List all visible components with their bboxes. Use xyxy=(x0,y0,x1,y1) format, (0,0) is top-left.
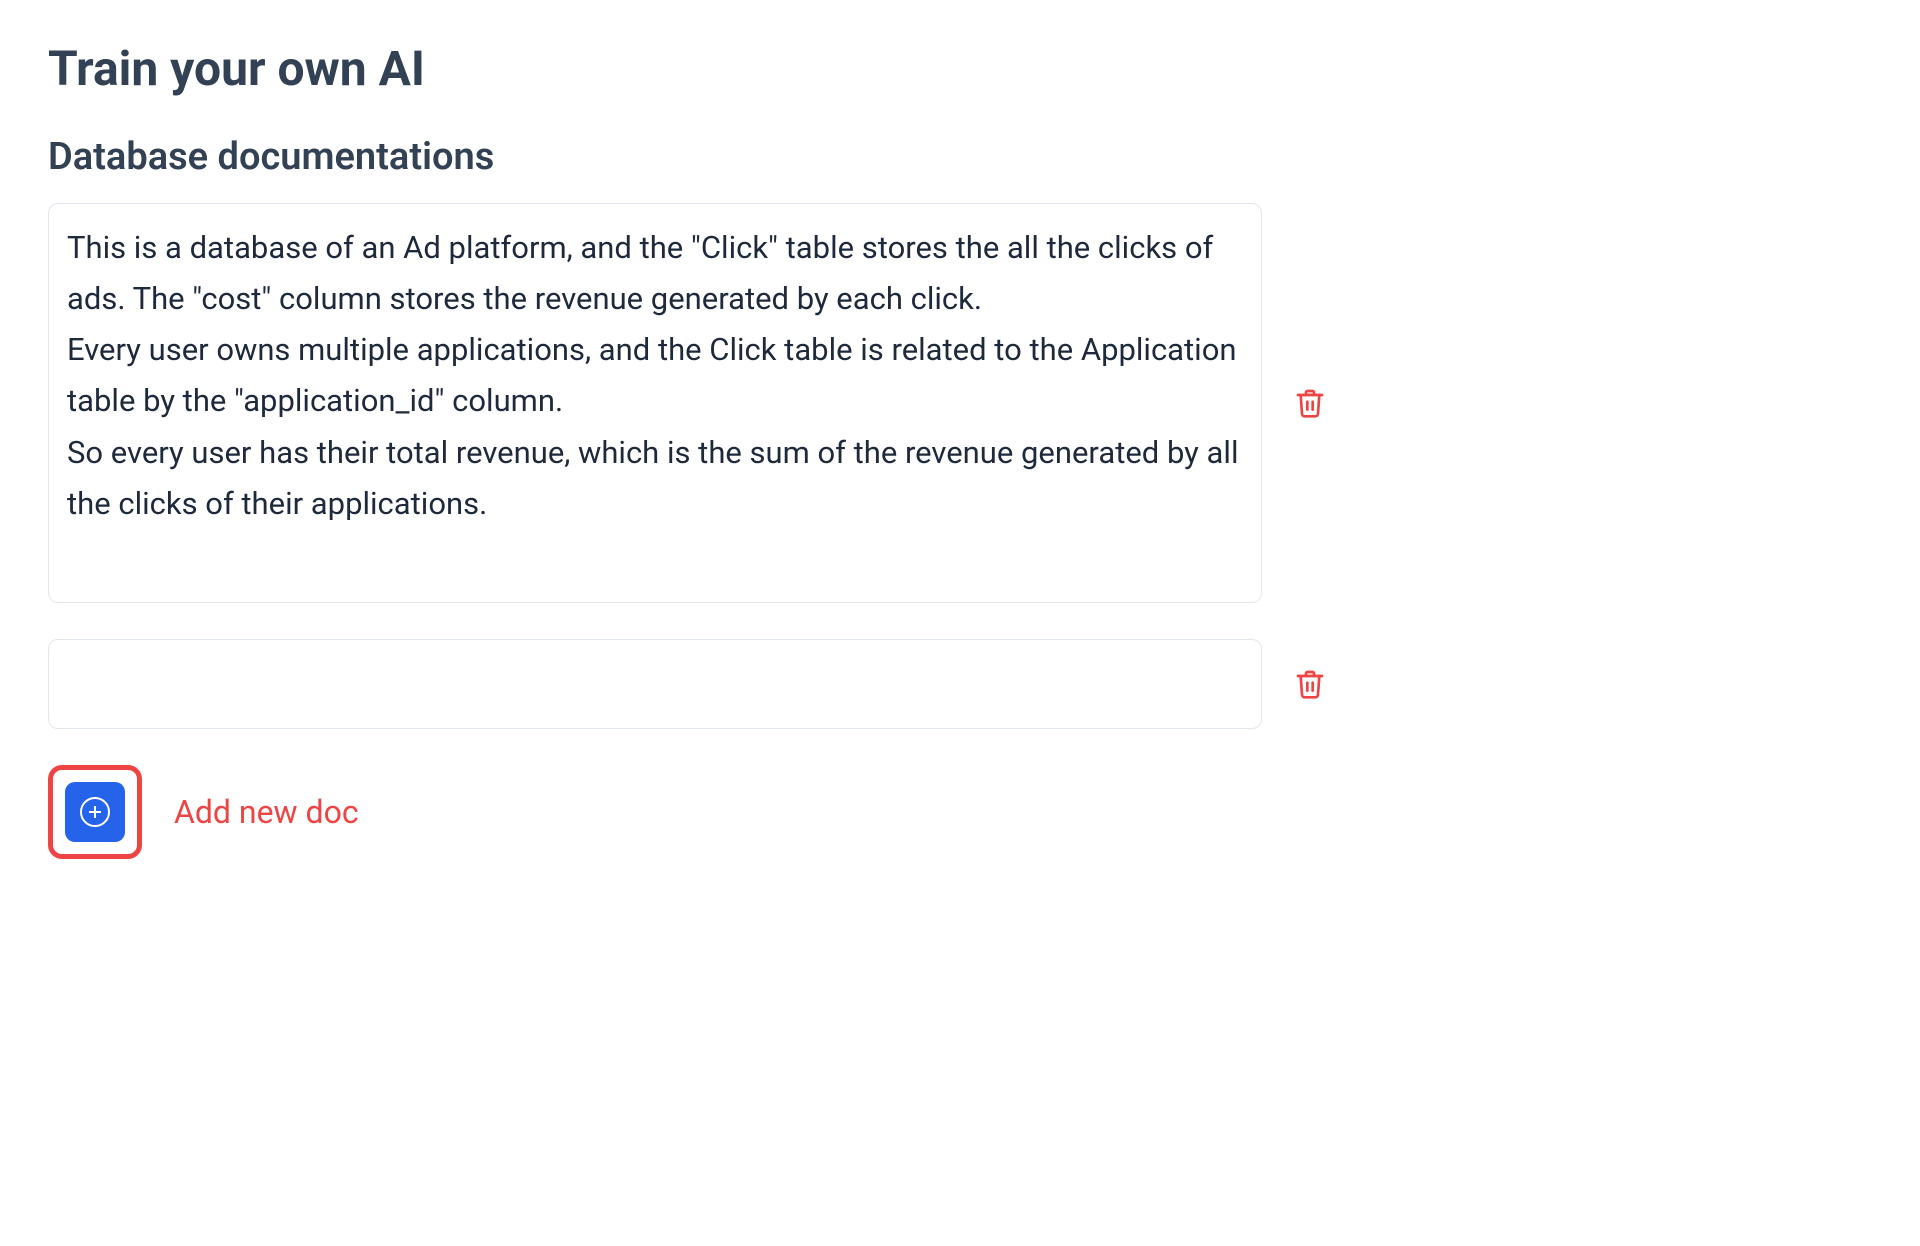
add-row: Add new doc xyxy=(48,765,1872,859)
doc-card xyxy=(48,639,1262,729)
add-highlight-box xyxy=(48,765,142,859)
page-title: Train your own AI xyxy=(48,40,1872,97)
delete-doc-button[interactable] xyxy=(1290,662,1330,706)
doc-card xyxy=(48,203,1262,603)
section-title: Database documentations xyxy=(48,135,1872,179)
delete-doc-button[interactable] xyxy=(1290,381,1330,425)
doc-textarea[interactable] xyxy=(67,658,1243,706)
doc-row xyxy=(48,203,1872,603)
doc-row xyxy=(48,639,1872,729)
trash-icon xyxy=(1294,385,1326,421)
doc-textarea[interactable] xyxy=(67,222,1243,580)
plus-circle-icon xyxy=(80,797,110,827)
add-doc-button[interactable] xyxy=(65,782,125,842)
trash-icon xyxy=(1294,666,1326,702)
add-doc-label: Add new doc xyxy=(174,793,359,831)
